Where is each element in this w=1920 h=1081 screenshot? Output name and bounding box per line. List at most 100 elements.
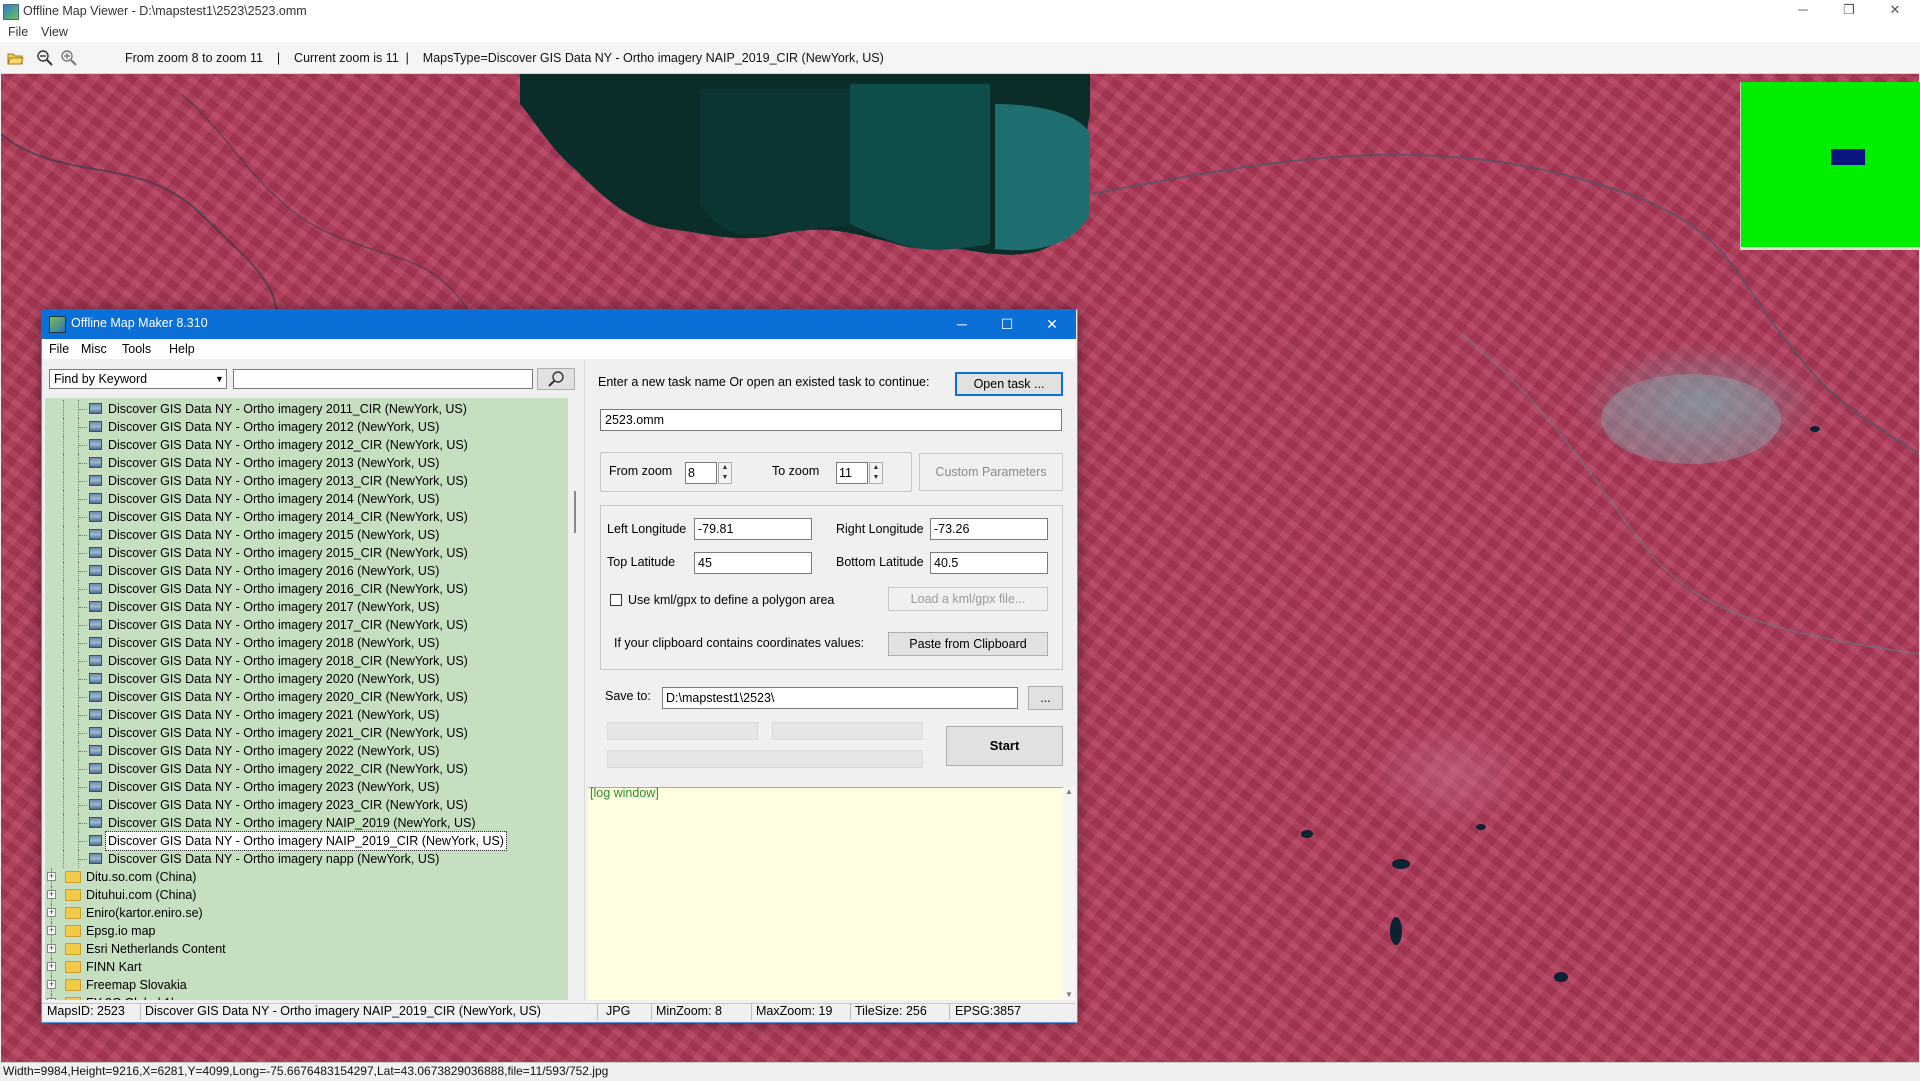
format-status: JPG xyxy=(606,1004,631,1018)
tree-map-item[interactable]: Discover GIS Data NY - Ortho imagery 202… xyxy=(45,670,568,688)
folder-icon xyxy=(65,961,81,973)
keyword-search-input[interactable] xyxy=(233,369,533,389)
expand-plus-icon[interactable]: + xyxy=(47,890,56,899)
expand-plus-icon[interactable]: + xyxy=(47,962,56,971)
tree-map-item[interactable]: Discover GIS Data NY - Ortho imagery NAI… xyxy=(45,814,568,832)
custom-parameters-button[interactable]: Custom Parameters xyxy=(919,453,1063,491)
maximize-button[interactable]: ❐ xyxy=(1826,0,1872,22)
menu-file[interactable]: File xyxy=(8,25,28,39)
scroll-down-icon[interactable]: ▼ xyxy=(1063,990,1075,999)
expand-plus-icon[interactable]: + xyxy=(47,908,56,917)
chevron-down-icon[interactable]: ▼ xyxy=(213,370,226,388)
tree-map-item[interactable]: Discover GIS Data NY - Ortho imagery 201… xyxy=(45,544,568,562)
open-task-button[interactable]: Open task ... xyxy=(955,372,1063,396)
zoom-out-icon[interactable] xyxy=(36,49,54,67)
tree-map-item[interactable]: Discover GIS Data NY - Ortho imagery 201… xyxy=(45,472,568,490)
tree-map-item[interactable]: Discover GIS Data NY - Ortho imagery 201… xyxy=(45,418,568,436)
dialog-menu-tools[interactable]: Tools xyxy=(122,342,151,356)
save-path-input[interactable] xyxy=(662,687,1018,709)
tree-map-item[interactable]: Discover GIS Data NY - Ortho imagery 201… xyxy=(45,400,568,418)
tree-map-item[interactable]: Discover GIS Data NY - Ortho imagery 201… xyxy=(45,508,568,526)
menu-view[interactable]: View xyxy=(41,25,68,39)
to-zoom-input[interactable] xyxy=(836,462,868,484)
tree-map-item[interactable]: Discover GIS Data NY - Ortho imagery 202… xyxy=(45,688,568,706)
tree-folder-item[interactable]: + FINN Kart xyxy=(45,958,568,976)
left-longitude-input[interactable] xyxy=(694,518,812,540)
tree-item-label: Discover GIS Data NY - Ortho imagery 201… xyxy=(108,636,440,650)
tree-scroll-thumb[interactable] xyxy=(574,491,576,533)
tree-scrollbar[interactable] xyxy=(568,398,579,1000)
open-folder-icon[interactable] xyxy=(6,49,24,67)
tree-map-item[interactable]: Discover GIS Data NY - Ortho imagery nap… xyxy=(45,850,568,868)
tree-folder-item[interactable]: + Dituhui.com (China) xyxy=(45,886,568,904)
tree-map-item[interactable]: Discover GIS Data NY - Ortho imagery 201… xyxy=(45,562,568,580)
tree-guide-tick xyxy=(79,841,87,842)
tree-folder-item[interactable]: + Esri Netherlands Content xyxy=(45,940,568,958)
close-button[interactable]: ✕ xyxy=(1872,0,1918,22)
tree-item-label: Discover GIS Data NY - Ortho imagery 201… xyxy=(108,474,468,488)
zoom-in-icon[interactable] xyxy=(60,49,78,67)
scroll-up-icon[interactable]: ▲ xyxy=(1063,787,1075,796)
from-zoom-spinner[interactable]: ▲ ▼ xyxy=(718,462,732,484)
dialog-close-button[interactable]: ✕ xyxy=(1029,310,1075,338)
paste-from-clipboard-button[interactable]: Paste from Clipboard xyxy=(888,632,1048,656)
from-zoom-input[interactable] xyxy=(685,462,717,484)
log-scrollbar[interactable]: ▲ ▼ xyxy=(1063,787,1075,999)
tree-map-item[interactable]: Discover GIS Data NY - Ortho imagery 201… xyxy=(45,436,568,454)
tree-folder-item[interactable]: + Eniro(kartor.eniro.se) xyxy=(45,904,568,922)
tree-guide-line xyxy=(63,814,65,832)
tree-folder-item[interactable]: + Freemap Slovakia xyxy=(45,976,568,994)
tree-map-item[interactable]: Discover GIS Data NY - Ortho imagery 202… xyxy=(45,706,568,724)
tree-map-item[interactable]: Discover GIS Data NY - Ortho imagery 201… xyxy=(45,454,568,472)
cursor-info-text: Width=9984,Height=9216,X=6281,Y=4099,Lon… xyxy=(3,1064,609,1078)
tree-guide-tick xyxy=(79,589,87,590)
tree-map-item[interactable]: Discover GIS Data NY - Ortho imagery 201… xyxy=(45,526,568,544)
progress-bar-tiles xyxy=(607,722,758,740)
browse-button[interactable]: ... xyxy=(1028,686,1063,710)
dialog-maximize-button[interactable]: ☐ xyxy=(984,310,1030,338)
map-layer-icon xyxy=(89,799,102,810)
tree-folder-item[interactable]: + Ditu.so.com (China) xyxy=(45,868,568,886)
clipboard-label: If your clipboard contains coordinates v… xyxy=(614,636,865,650)
tree-map-item[interactable]: Discover GIS Data NY - Ortho imagery 202… xyxy=(45,796,568,814)
tree-map-item[interactable]: Discover GIS Data NY - Ortho imagery 202… xyxy=(45,778,568,796)
tree-map-item[interactable]: Discover GIS Data NY - Ortho imagery NAI… xyxy=(45,831,568,851)
minimize-button[interactable]: ─ xyxy=(1780,0,1826,22)
map-type-tree[interactable]: Discover GIS Data NY - Ortho imagery 201… xyxy=(45,398,568,1000)
to-zoom-spinner[interactable]: ▲ ▼ xyxy=(869,462,883,484)
search-button[interactable] xyxy=(537,368,575,390)
tree-guide-tick xyxy=(79,769,87,770)
tree-map-item[interactable]: Discover GIS Data NY - Ortho imagery 201… xyxy=(45,616,568,634)
dialog-menu-help[interactable]: Help xyxy=(169,342,195,356)
overview-minimap[interactable] xyxy=(1740,82,1920,250)
top-latitude-input[interactable] xyxy=(694,552,812,574)
dialog-minimize-button[interactable]: ─ xyxy=(939,310,985,338)
bottom-latitude-input[interactable] xyxy=(930,552,1048,574)
task-name-input[interactable] xyxy=(600,409,1062,431)
dialog-menu-file[interactable]: File xyxy=(49,342,69,356)
log-window[interactable] xyxy=(588,787,1075,1000)
dialog-menu-misc[interactable]: Misc xyxy=(81,342,107,356)
tree-map-item[interactable]: Discover GIS Data NY - Ortho imagery 201… xyxy=(45,634,568,652)
tree-map-item[interactable]: Discover GIS Data NY - Ortho imagery 202… xyxy=(45,724,568,742)
expand-plus-icon[interactable]: + xyxy=(47,980,56,989)
start-button[interactable]: Start xyxy=(946,726,1063,766)
tree-folder-item[interactable]: + FY-3C Global 1km xyxy=(45,994,568,1000)
tree-guide-tick xyxy=(79,427,87,428)
tree-map-item[interactable]: Discover GIS Data NY - Ortho imagery 201… xyxy=(45,580,568,598)
tree-map-item[interactable]: Discover GIS Data NY - Ortho imagery 202… xyxy=(45,742,568,760)
tree-map-item[interactable]: Discover GIS Data NY - Ortho imagery 202… xyxy=(45,760,568,778)
expand-plus-icon[interactable]: + xyxy=(47,872,56,881)
minimap-viewport-marker[interactable] xyxy=(1831,149,1865,165)
expand-plus-icon[interactable]: + xyxy=(47,998,56,1000)
right-longitude-input[interactable] xyxy=(930,518,1048,540)
tree-folder-item[interactable]: + Epsg.io map xyxy=(45,922,568,940)
expand-plus-icon[interactable]: + xyxy=(47,926,56,935)
tree-guide-line xyxy=(63,580,65,598)
expand-plus-icon[interactable]: + xyxy=(47,944,56,953)
tree-map-item[interactable]: Discover GIS Data NY - Ortho imagery 201… xyxy=(45,652,568,670)
load-kml-button[interactable]: Load a kml/gpx file... xyxy=(888,587,1048,611)
tree-map-item[interactable]: Discover GIS Data NY - Ortho imagery 201… xyxy=(45,598,568,616)
tree-map-item[interactable]: Discover GIS Data NY - Ortho imagery 201… xyxy=(45,490,568,508)
kml-polygon-checkbox[interactable] xyxy=(610,594,622,606)
